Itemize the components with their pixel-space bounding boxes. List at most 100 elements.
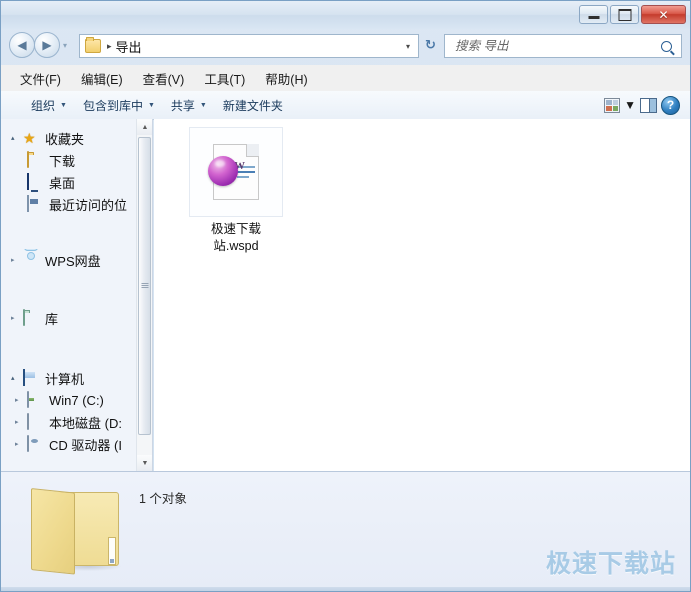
sidebar-item-label: 桌面	[49, 175, 76, 191]
sidebar-scrollbar[interactable]: ▲ ▼	[136, 119, 152, 471]
search-box[interactable]	[444, 34, 682, 58]
sidebar-item-label: WPS网盘	[45, 253, 101, 269]
address-row: ◀ ▶ ▾ ▸ 导出 ▾ ↻	[1, 29, 690, 65]
sidebar-item-computer[interactable]: ▴ 计算机	[1, 367, 152, 389]
sidebar-item-libraries[interactable]: ▸ 库	[1, 307, 152, 329]
minimize-icon	[588, 16, 599, 19]
search-icon[interactable]	[661, 40, 672, 52]
search-input[interactable]	[453, 38, 661, 54]
sidebar-item-label: 本地磁盘 (D:	[49, 415, 122, 431]
disk-icon	[27, 413, 44, 430]
refresh-icon[interactable]: ↻	[425, 37, 436, 53]
window-controls: ✕	[579, 5, 686, 24]
file-icon-container[interactable]: W	[189, 127, 283, 217]
new-folder-button[interactable]: 新建文件夹	[215, 94, 291, 117]
maximize-button[interactable]	[610, 5, 639, 24]
menu-item-file[interactable]: 文件(F)	[11, 66, 70, 91]
file-name[interactable]: 极速下载 站.wspd	[186, 221, 286, 255]
explorer-window: ✕ ◀ ▶ ▾ ▸ 导出 ▾ ↻ 文件(F) 编辑(E) 查	[0, 0, 691, 592]
close-button[interactable]: ✕	[641, 5, 686, 24]
minimize-button[interactable]	[579, 5, 608, 24]
scroll-up-arrow-icon[interactable]: ▲	[137, 119, 152, 135]
open-folder-icon	[31, 486, 123, 575]
share-label: 共享	[170, 98, 195, 113]
file-name-line1: 极速下载	[210, 222, 261, 236]
chevron-down-icon: ▼	[147, 101, 155, 109]
scrollbar-grip-icon	[141, 283, 148, 289]
chevron-down-icon: ▼	[199, 101, 207, 109]
folder-front-shape	[31, 488, 75, 575]
help-button[interactable]: ?	[661, 95, 680, 115]
harddisk-icon	[27, 391, 44, 408]
maximize-icon	[618, 8, 631, 21]
sidebar-item-local-disk-d[interactable]: ▸ 本地磁盘 (D:	[1, 411, 152, 433]
expander-icon[interactable]: ▸	[15, 418, 26, 426]
sidebar-item-label: 计算机	[45, 371, 85, 387]
sidebar-item-desktop[interactable]: 桌面	[1, 171, 152, 193]
navigation-pane: ▴ ★ 收藏夹 下载 桌面 最近访问的位 ▸ WPS网盘 ▸ 库 ▴ 计算机 ▸…	[1, 119, 153, 471]
details-pane: 1 个对象 极速下载站	[1, 471, 690, 591]
sidebar-item-label: 最近访问的位	[49, 197, 128, 213]
computer-icon	[23, 369, 40, 386]
history-dropdown-icon[interactable]: ▾	[63, 41, 67, 50]
navigation-buttons: ◀ ▶ ▾	[9, 32, 67, 58]
scrollbar-track[interactable]	[137, 135, 152, 455]
sidebar-item-favorites[interactable]: ▴ ★ 收藏夹	[1, 127, 152, 149]
address-bar[interactable]: ▸ 导出 ▾	[79, 34, 419, 58]
sidebar-item-label: 收藏夹	[45, 131, 85, 147]
folder-icon	[27, 151, 44, 168]
file-list-pane[interactable]: W 极速下载 站.wspd	[154, 119, 690, 471]
body-area: ▴ ★ 收藏夹 下载 桌面 最近访问的位 ▸ WPS网盘 ▸ 库 ▴ 计算机 ▸…	[1, 119, 690, 471]
back-arrow-icon: ◀	[17, 38, 27, 52]
expander-icon[interactable]: ▸	[15, 440, 26, 448]
organize-button[interactable]: 组织 ▼	[23, 94, 75, 117]
expander-icon[interactable]: ▴	[11, 134, 22, 142]
cd-drive-icon	[27, 435, 44, 452]
command-toolbar: 组织 ▼ 包含到库中 ▼ 共享 ▼ 新建文件夹 ▼ ?	[1, 91, 690, 120]
menu-bar: 文件(F) 编辑(E) 查看(V) 工具(T) 帮助(H)	[1, 65, 690, 92]
sidebar-item-win7-c[interactable]: ▸ Win7 (C:)	[1, 389, 152, 411]
watermark-text: 极速下载站	[545, 550, 676, 578]
scroll-down-arrow-icon[interactable]: ▼	[137, 455, 152, 471]
forward-button[interactable]: ▶	[34, 32, 60, 58]
sidebar-item-downloads[interactable]: 下载	[1, 149, 152, 171]
sidebar-item-label: CD 驱动器 (I	[49, 437, 122, 453]
include-in-library-button[interactable]: 包含到库中 ▼	[75, 94, 163, 117]
breadcrumb-separator-icon: ▸	[107, 40, 112, 51]
expander-icon[interactable]: ▸	[11, 314, 22, 322]
file-name-line2: 站.wspd	[213, 239, 259, 253]
share-button[interactable]: 共享 ▼	[163, 94, 215, 117]
expander-icon[interactable]: ▸	[11, 256, 22, 264]
toolbar-right-group: ▼ ?	[604, 95, 680, 115]
desktop-icon	[27, 173, 44, 190]
view-dropdown-icon[interactable]: ▼	[624, 98, 636, 112]
include-in-library-label: 包含到库中	[82, 98, 143, 113]
status-strip	[1, 587, 690, 591]
sidebar-item-label: 下载	[49, 153, 76, 169]
preview-pane-icon[interactable]	[640, 97, 657, 113]
forward-arrow-icon: ▶	[42, 38, 52, 52]
sidebar-item-wps-cloud[interactable]: ▸ WPS网盘	[1, 249, 152, 271]
menu-item-view[interactable]: 查看(V)	[134, 66, 194, 91]
expander-icon[interactable]: ▸	[15, 396, 26, 404]
back-button[interactable]: ◀	[9, 32, 35, 58]
menu-item-tools[interactable]: 工具(T)	[195, 66, 254, 91]
file-item[interactable]: W 极速下载 站.wspd	[186, 127, 286, 255]
wps-sphere-icon	[208, 156, 238, 186]
expander-icon[interactable]: ▴	[11, 374, 22, 382]
menu-item-edit[interactable]: 编辑(E)	[72, 66, 132, 91]
sidebar-item-recent-places[interactable]: 最近访问的位	[1, 193, 152, 215]
menu-item-help[interactable]: 帮助(H)	[256, 66, 316, 91]
library-icon	[23, 309, 40, 326]
chevron-down-icon: ▼	[60, 101, 67, 109]
scrollbar-thumb[interactable]	[138, 137, 151, 435]
recent-places-icon	[27, 195, 44, 212]
breadcrumb-current-folder[interactable]: 导出	[116, 37, 142, 56]
sidebar-item-cd-drive[interactable]: ▸ CD 驱动器 (I	[1, 433, 152, 455]
organize-label: 组织	[31, 98, 56, 113]
title-bar: ✕	[1, 1, 690, 29]
cloud-icon	[23, 252, 40, 268]
object-count-label: 1 个对象	[139, 492, 187, 506]
chevron-down-icon[interactable]: ▾	[406, 42, 410, 51]
change-view-icon[interactable]	[604, 97, 621, 113]
